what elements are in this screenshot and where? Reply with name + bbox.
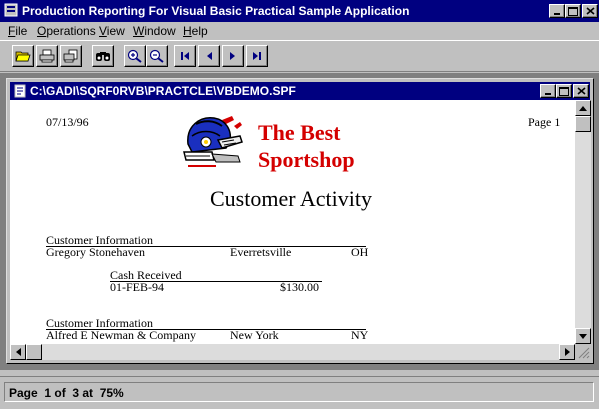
logo-text-line2: Sportshop [258,147,355,172]
menu-view[interactable]: View [99,24,125,38]
report-title: Customer Activity [210,186,372,211]
status-panel: Page 1 of 3 at 75% [4,382,594,402]
customer-name-1: Gregory Stonehaven [46,245,145,259]
doc-maximize-icon[interactable] [556,84,572,98]
scroll-up-icon[interactable] [575,100,591,116]
document-icon[interactable] [13,84,27,101]
find-icon[interactable] [92,45,114,67]
doc-minimize-icon[interactable] [540,84,556,98]
next-page-icon[interactable] [222,45,244,67]
page-number: Page 1 [528,115,561,129]
app-title: Production Reporting For Visual Basic Pr… [22,4,410,18]
customer-state-1: OH [351,245,369,259]
customer-state-2: NY [351,328,369,342]
doc-close-icon[interactable] [573,84,589,98]
print-icon[interactable] [36,45,58,67]
customer-city-1: Everretsville [230,245,292,259]
customer-city-2: New York [230,328,279,342]
document-title-bar[interactable]: C:\GADI\SQRF0RVB\PRACTCLE\VBDEMO.SPF [10,82,590,100]
horizontal-scrollbar[interactable] [10,344,575,360]
menu-bar: File Operations View Window Help [0,22,599,40]
scroll-left-icon[interactable] [10,344,26,360]
horizontal-scroll-thumb[interactable] [26,344,42,360]
vertical-scrollbar[interactable] [575,100,591,344]
open-icon[interactable] [12,45,34,67]
cash-date: 01-FEB-94 [110,280,164,294]
menu-file[interactable]: File [8,24,27,38]
menu-window[interactable]: Window [133,24,176,38]
menu-operations[interactable]: Operations [37,24,96,38]
zoom-in-icon[interactable] [124,45,146,67]
cash-amount: $130.00 [280,280,319,294]
scroll-down-icon[interactable] [575,328,591,344]
app-icon[interactable] [4,3,18,17]
last-page-icon[interactable] [246,45,268,67]
close-icon[interactable] [582,4,598,18]
zoom-out-icon[interactable] [146,45,168,67]
scroll-right-icon[interactable] [559,344,575,360]
sportshop-logo-icon [182,112,252,174]
size-grip-icon[interactable] [575,344,591,360]
document-title: C:\GADI\SQRF0RVB\PRACTCLE\VBDEMO.SPF [30,84,296,98]
toolbar [0,40,599,72]
maximize-icon[interactable] [565,4,581,18]
report-page: 07/13/96 Page 1 The Best Sportshop Custo… [10,100,575,344]
report-date: 07/13/96 [46,115,89,129]
menu-help[interactable]: Help [183,24,208,38]
vertical-scroll-thumb[interactable] [575,116,591,132]
app-title-bar[interactable]: Production Reporting For Visual Basic Pr… [0,0,599,22]
first-page-icon[interactable] [174,45,196,67]
logo-text-line1: The Best [258,120,341,145]
previous-page-icon[interactable] [198,45,220,67]
customer-name-2: Alfred E Newman & Company [46,328,196,342]
print-setup-icon[interactable] [60,45,82,67]
status-page-info: Page 1 of 3 at 75% [9,386,124,400]
minimize-icon[interactable] [549,4,565,18]
status-bar: Page 1 of 3 at 75% [0,376,599,409]
